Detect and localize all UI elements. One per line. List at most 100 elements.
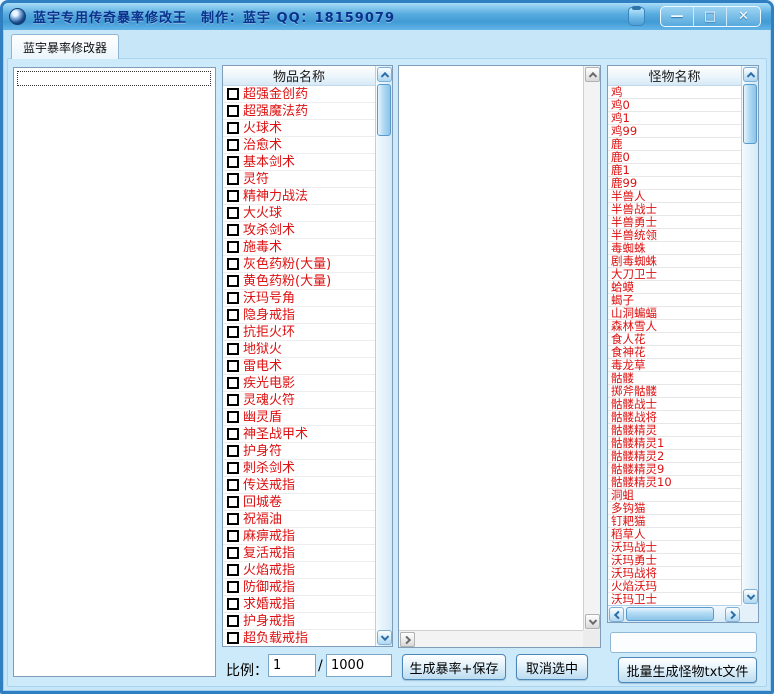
item-row[interactable]: 灵符 — [223, 171, 375, 188]
item-checkbox-icon[interactable] — [227, 258, 239, 270]
item-checkbox-icon[interactable] — [227, 326, 239, 338]
item-checkbox-icon[interactable] — [227, 207, 239, 219]
item-checkbox-icon[interactable] — [227, 462, 239, 474]
mid-vertical-scrollbar[interactable] — [583, 66, 600, 630]
item-row[interactable]: 黄色药粉(大量) — [223, 273, 375, 290]
item-label: 治愈术 — [243, 138, 282, 153]
item-vertical-scrollbar[interactable] — [375, 66, 392, 646]
item-row[interactable]: 护身戒指 — [223, 613, 375, 630]
maximize-button[interactable]: □ — [694, 7, 727, 26]
item-checkbox-icon[interactable] — [227, 530, 239, 542]
item-checkbox-icon[interactable] — [227, 275, 239, 287]
monster-horizontal-scrollbar[interactable] — [608, 605, 741, 622]
item-row[interactable]: 回城卷 — [223, 494, 375, 511]
monster-vertical-scrollbar[interactable] — [741, 66, 758, 605]
item-checkbox-icon[interactable] — [227, 496, 239, 508]
item-row[interactable]: 火焰戒指 — [223, 562, 375, 579]
item-row[interactable]: 抗拒火环 — [223, 324, 375, 341]
item-row[interactable]: 大火球 — [223, 205, 375, 222]
item-row[interactable]: 施毒术 — [223, 239, 375, 256]
item-row[interactable]: 超强金创药 — [223, 86, 375, 103]
item-checkbox-icon[interactable] — [227, 598, 239, 610]
item-row[interactable]: 防御戒指 — [223, 579, 375, 596]
left-listbox[interactable] — [13, 67, 216, 677]
scroll-thumb[interactable] — [743, 84, 757, 144]
item-checkbox-icon[interactable] — [227, 428, 239, 440]
item-checkbox-icon[interactable] — [227, 190, 239, 202]
item-row[interactable]: 灰色药粉(大量) — [223, 256, 375, 273]
item-row[interactable]: 传送戒指 — [223, 477, 375, 494]
item-checkbox-icon[interactable] — [227, 292, 239, 304]
item-checkbox-icon[interactable] — [227, 122, 239, 134]
item-checkbox-icon[interactable] — [227, 581, 239, 593]
scroll-left-icon[interactable] — [609, 607, 624, 622]
scroll-thumb[interactable] — [626, 607, 714, 621]
item-checkbox-icon[interactable] — [227, 411, 239, 423]
item-checkbox-icon[interactable] — [227, 241, 239, 253]
item-row[interactable]: 祝福油 — [223, 511, 375, 528]
scroll-up-icon[interactable] — [377, 67, 392, 82]
item-row[interactable]: 隐身戒指 — [223, 307, 375, 324]
item-row[interactable]: 幽灵盾 — [223, 409, 375, 426]
item-row[interactable]: 治愈术 — [223, 137, 375, 154]
item-checkbox-icon[interactable] — [227, 224, 239, 236]
scroll-down-icon[interactable] — [743, 589, 758, 604]
selected-items-panel[interactable] — [398, 65, 601, 648]
item-row[interactable]: 超强魔法药 — [223, 103, 375, 120]
close-button[interactable]: ✕ — [727, 7, 760, 26]
item-checkbox-icon[interactable] — [227, 632, 239, 644]
item-row[interactable]: 基本剑术 — [223, 154, 375, 171]
item-checkbox-icon[interactable] — [227, 479, 239, 491]
item-row[interactable]: 护身符 — [223, 443, 375, 460]
scroll-down-icon[interactable] — [377, 630, 392, 645]
mid-horizontal-scrollbar[interactable] — [399, 630, 583, 647]
minimize-button[interactable]: — — [661, 7, 694, 26]
scroll-up-icon[interactable] — [743, 67, 758, 82]
skin-theme-icon[interactable] — [628, 7, 645, 26]
item-checkbox-icon[interactable] — [227, 173, 239, 185]
monster-row[interactable]: 沃玛卫士 — [608, 593, 741, 605]
item-checkbox-icon[interactable] — [227, 156, 239, 168]
item-checkbox-icon[interactable] — [227, 309, 239, 321]
item-checkbox-icon[interactable] — [227, 394, 239, 406]
item-checkbox-icon[interactable] — [227, 139, 239, 151]
item-row[interactable]: 灵魂火符 — [223, 392, 375, 409]
generate-save-button[interactable]: 生成暴率+保存 — [402, 654, 506, 680]
monster-row[interactable]: 鸡99 — [608, 125, 741, 138]
item-row[interactable]: 疾光电影 — [223, 375, 375, 392]
ratio-numerator-input[interactable] — [268, 654, 316, 677]
item-row[interactable]: 沃玛号角 — [223, 290, 375, 307]
item-row[interactable]: 超负载戒指 — [223, 630, 375, 646]
batch-generate-txt-button[interactable]: 批量生成怪物txt文件 — [618, 657, 757, 683]
item-row[interactable]: 精神力战法 — [223, 188, 375, 205]
ratio-denominator-input[interactable] — [326, 654, 392, 677]
item-checkbox-icon[interactable] — [227, 445, 239, 457]
scroll-up-icon[interactable] — [585, 67, 600, 82]
item-checkbox-icon[interactable] — [227, 513, 239, 525]
item-checkbox-icon[interactable] — [227, 377, 239, 389]
item-row[interactable]: 麻痹戒指 — [223, 528, 375, 545]
selected-items-area[interactable] — [399, 66, 583, 630]
item-checkbox-icon[interactable] — [227, 88, 239, 100]
item-checkbox-icon[interactable] — [227, 615, 239, 627]
item-checkbox-icon[interactable] — [227, 564, 239, 576]
item-row[interactable]: 刺杀剑术 — [223, 460, 375, 477]
scroll-thumb[interactable] — [377, 84, 391, 136]
item-row[interactable]: 攻杀剑术 — [223, 222, 375, 239]
item-row[interactable]: 神圣战甲术 — [223, 426, 375, 443]
item-row[interactable]: 求婚戒指 — [223, 596, 375, 613]
item-row[interactable]: 雷电术 — [223, 358, 375, 375]
item-checkbox-icon[interactable] — [227, 343, 239, 355]
scroll-right-icon[interactable] — [725, 607, 740, 622]
item-row[interactable]: 地狱火 — [223, 341, 375, 358]
scroll-down-icon[interactable] — [585, 614, 600, 629]
tab-rate-modifier[interactable]: 蓝宇暴率修改器 — [11, 34, 119, 59]
item-row[interactable]: 复活戒指 — [223, 545, 375, 562]
item-row[interactable]: 火球术 — [223, 120, 375, 137]
item-checkbox-icon[interactable] — [227, 360, 239, 372]
scroll-right-icon[interactable] — [400, 632, 415, 647]
item-checkbox-icon[interactable] — [227, 547, 239, 559]
monster-output-field[interactable] — [610, 632, 757, 653]
item-checkbox-icon[interactable] — [227, 105, 239, 117]
cancel-selection-button[interactable]: 取消选中 — [516, 654, 588, 680]
